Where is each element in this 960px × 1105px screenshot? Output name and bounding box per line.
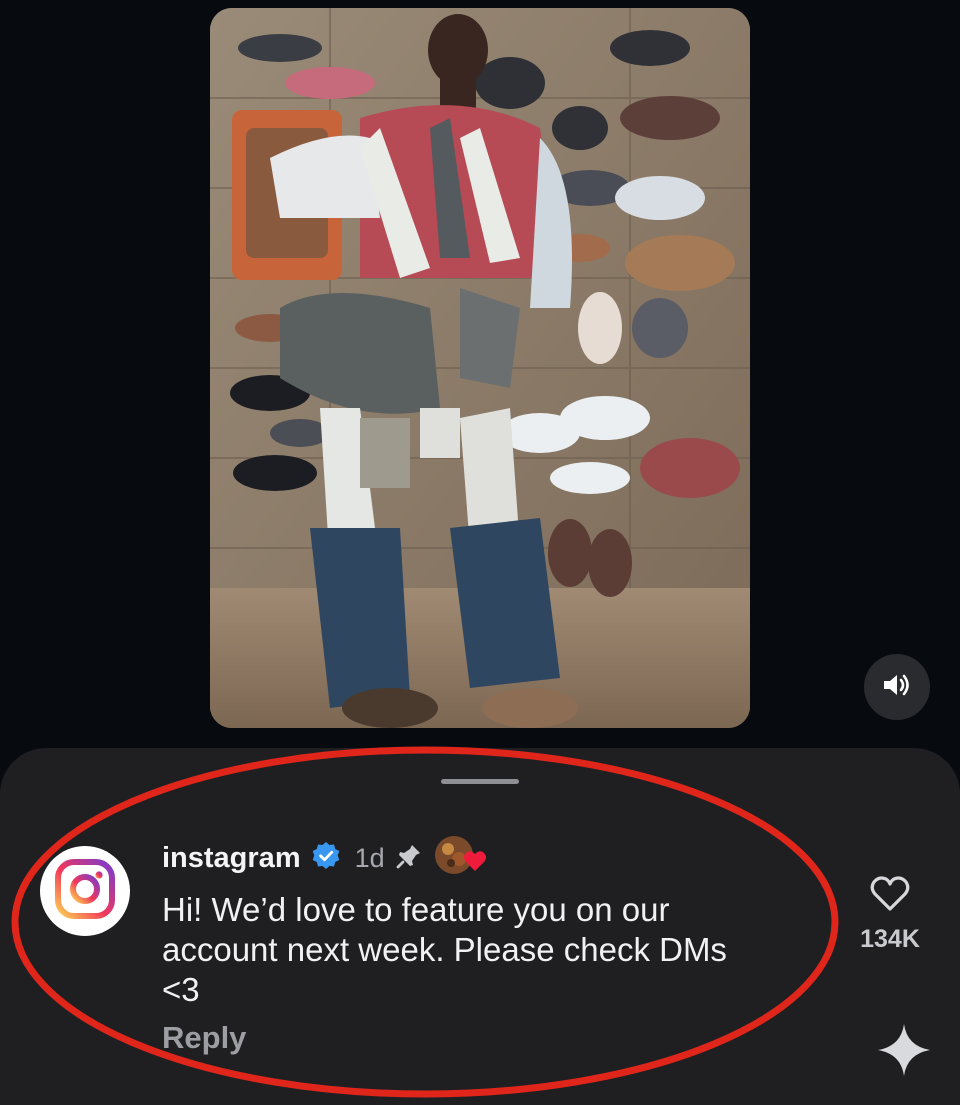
like-control[interactable]: 134K <box>852 874 928 954</box>
heart-outline-icon[interactable] <box>869 874 911 917</box>
reply-button[interactable]: Reply <box>162 1020 246 1056</box>
comment-time: 1d <box>354 842 385 873</box>
creator-heart-icon <box>433 835 489 882</box>
post-media[interactable] <box>210 8 750 728</box>
post-photo <box>210 8 750 728</box>
pin-icon <box>395 842 423 875</box>
verified-badge-icon <box>311 841 341 876</box>
comment-text: Hi! We’d love to feature you on our acco… <box>162 891 727 1008</box>
sound-toggle-button[interactable] <box>864 654 930 720</box>
sheet-drag-handle[interactable] <box>441 779 519 784</box>
avatar[interactable] <box>40 846 130 936</box>
speaker-icon <box>882 672 912 703</box>
comment-username[interactable]: instagram <box>162 842 301 875</box>
like-count: 134K <box>860 925 920 953</box>
instagram-logo-icon <box>54 858 116 925</box>
sparkle-icon[interactable] <box>876 1022 932 1078</box>
comment-header: instagram 1d <box>162 835 489 878</box>
